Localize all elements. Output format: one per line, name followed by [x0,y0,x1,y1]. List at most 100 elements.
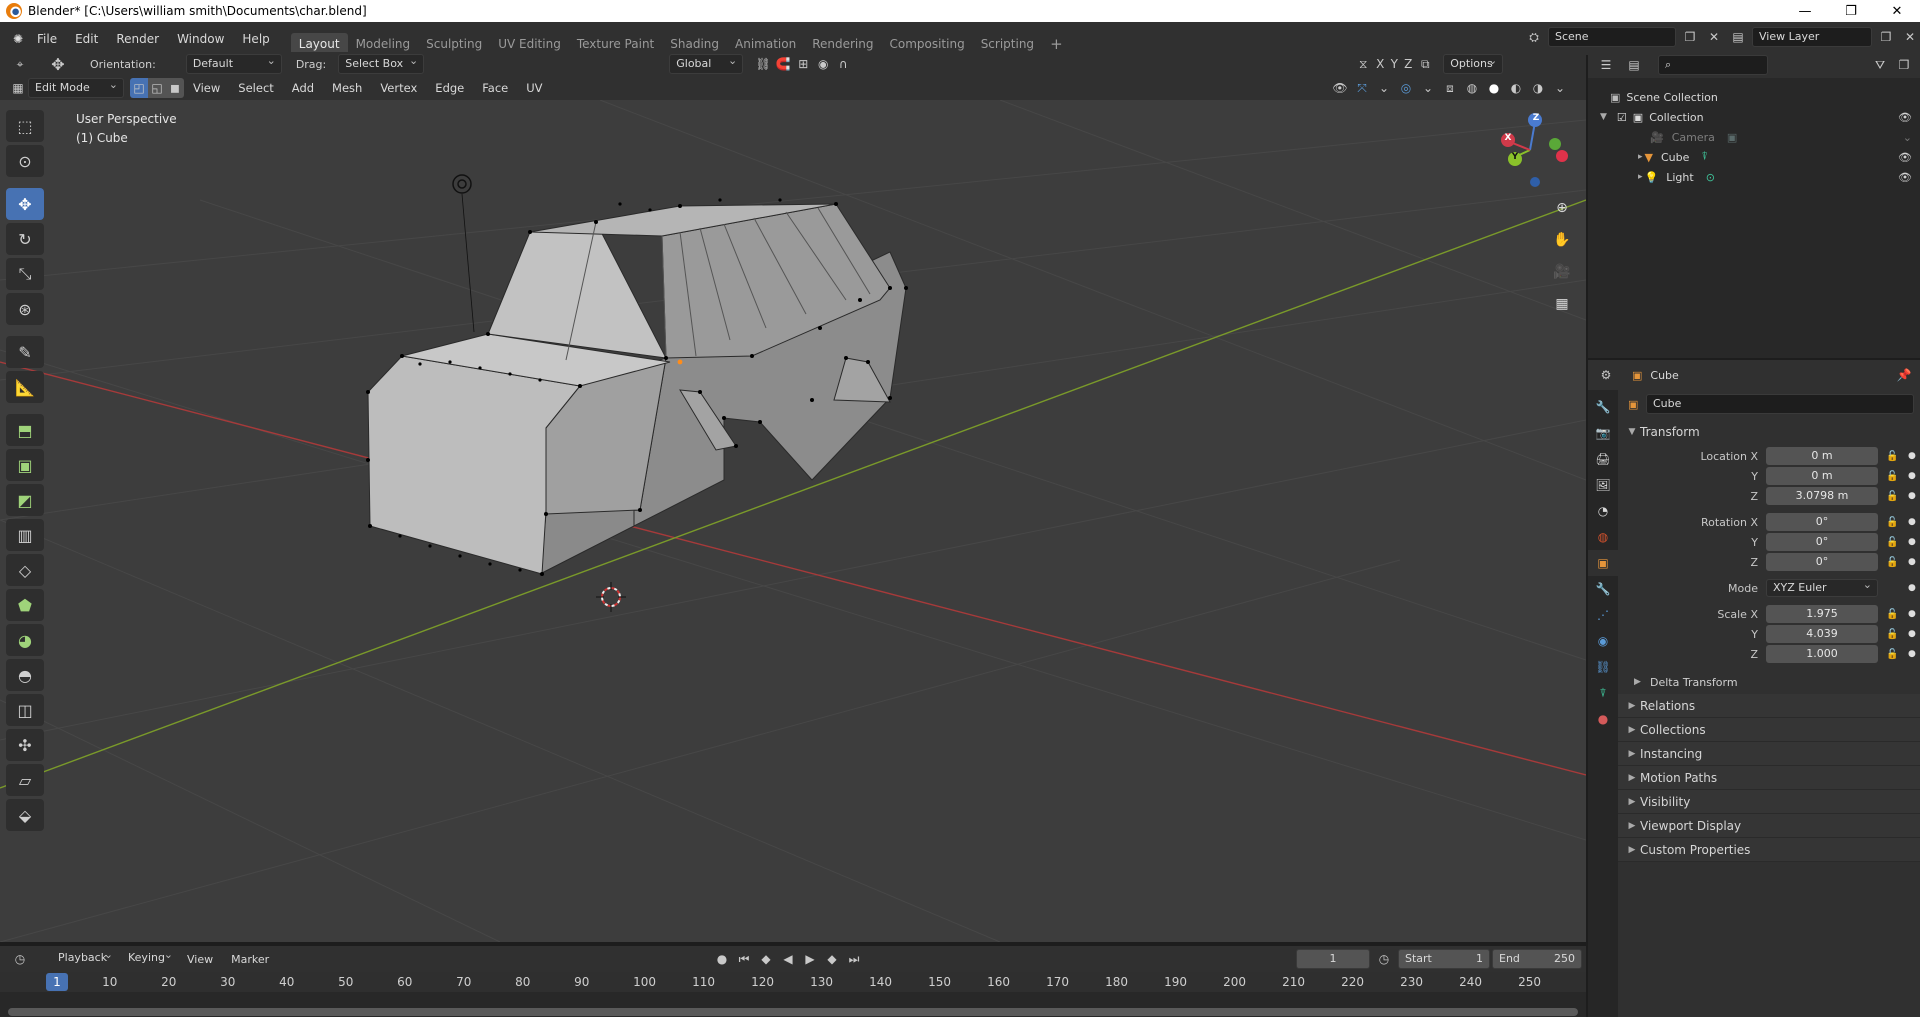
proportional-edit-icon[interactable]: ◉ [813,54,833,74]
transform-icon[interactable]: ⊛ [6,293,44,325]
new-collection-icon[interactable]: ❐ [1894,55,1914,75]
outliner-scene-collection[interactable]: ▣ Scene Collection [1588,87,1920,107]
filter-icon[interactable]: ⛛ [1870,55,1890,75]
scale-y-keyframe-icon[interactable]: ● [1908,629,1916,639]
auto-merge-icon[interactable]: ⧉ [1415,54,1435,74]
solid-shading-icon[interactable]: ● [1484,78,1504,98]
location-x-lock-icon[interactable]: 🔓 [1886,451,1898,462]
timeline-scrollbar[interactable] [8,1008,1578,1016]
world-tab-icon[interactable]: ◍ [1588,524,1618,550]
transform-orientation-dropdown[interactable]: Global [669,52,744,74]
new-scene-icon[interactable]: ❐ [1680,27,1700,47]
material-shading-icon[interactable]: ◐ [1506,78,1526,98]
snap-icon[interactable]: 🧲 [773,54,793,74]
options-dropdown[interactable]: Options [1443,52,1504,74]
menu-vertex[interactable]: Vertex [371,81,426,95]
material-tab-icon[interactable]: ● [1588,706,1618,732]
view-layer-selector[interactable]: View Layer [1752,27,1872,47]
outliner-editor-icon[interactable]: ☰ [1596,55,1616,75]
menu-mesh[interactable]: Mesh [323,81,371,95]
outliner-search-input[interactable]: ⌕ [1658,55,1768,75]
overlay-dropdown-icon[interactable]: ⌄ [1418,78,1438,98]
outliner-item-light[interactable]: ▸ 💡 Light ⊙ 👁 [1588,167,1920,187]
location-z-field[interactable]: 3.0798 m [1766,487,1878,505]
smooth-icon[interactable]: ◓ [6,659,44,691]
cursor-icon[interactable]: ⊙ [6,145,44,177]
collections-section[interactable]: ▶ Collections [1618,718,1920,742]
visibility-icon[interactable]: 👁 [1330,78,1350,98]
transform-section-header[interactable]: ▼ Transform [1618,420,1920,444]
rotation-x-keyframe-icon[interactable]: ● [1908,517,1916,527]
shear-icon[interactable]: ▱ [6,764,44,796]
motion-paths-section[interactable]: ▶ Motion Paths [1618,766,1920,790]
rotation-y-keyframe-icon[interactable]: ● [1908,537,1916,547]
mirror-icon[interactable]: ⧖ [1353,54,1373,74]
menu-render[interactable]: Render [107,32,168,46]
preview-range-icon[interactable]: ◷ [1374,949,1394,969]
object-tab-icon[interactable]: ▣ [1588,550,1618,576]
knife-icon[interactable]: ◇ [6,554,44,586]
marker-menu[interactable]: Marker [222,953,278,966]
jump-end-icon[interactable]: ⏭ [844,949,864,969]
location-x-field[interactable]: 0 m [1766,447,1878,465]
light-visibility-icon[interactable]: 👁 [1898,171,1912,184]
relations-section[interactable]: ▶ Relations [1618,694,1920,718]
instancing-section[interactable]: ▶ Instancing [1618,742,1920,766]
rendered-shading-icon[interactable]: ◑ [1528,78,1548,98]
rotation-z-field[interactable]: 0° [1766,553,1878,571]
menu-file[interactable]: File [28,32,66,46]
zoom-icon[interactable]: ⊕ [1548,194,1576,222]
location-z-keyframe-icon[interactable]: ● [1908,491,1916,501]
view-layer-tab-icon[interactable]: 🖼 [1588,472,1618,498]
timeline-view-menu[interactable]: View [178,953,222,966]
xray-icon[interactable]: ⧈ [1440,78,1460,98]
menu-window[interactable]: Window [168,32,233,46]
cube-mesh[interactable] [366,198,908,576]
menu-select[interactable]: Select [229,81,282,95]
scale-x-keyframe-icon[interactable]: ● [1908,609,1916,619]
camera-visibility-icon[interactable]: ⌄ [1903,131,1912,144]
editor-type-icon[interactable]: ⌖ [10,54,30,74]
move-icon[interactable]: ✥ [6,188,44,220]
menu-help[interactable]: Help [233,32,278,46]
tool-tab-icon[interactable]: 🔧 [1588,394,1618,420]
constraints-tab-icon[interactable]: ⛓ [1588,654,1618,680]
menu-add[interactable]: Add [283,81,323,95]
object-name-field[interactable]: Cube [1646,394,1914,414]
light-object[interactable] [452,174,475,333]
collection-expand-icon[interactable]: ▼ [1600,112,1607,122]
mirror-y-toggle[interactable]: Y [1387,54,1401,74]
falloff-icon[interactable]: ∩ [833,54,853,74]
rotation-x-lock-icon[interactable]: 🔓 [1886,517,1898,528]
wireframe-shading-icon[interactable]: ◍ [1462,78,1482,98]
light-expand-icon[interactable]: ▸ [1638,172,1643,182]
face-select-icon[interactable]: ◼ [166,78,184,98]
measure-icon[interactable]: 📐 [6,371,44,403]
mirror-z-toggle[interactable]: Z [1401,54,1415,74]
extrude-icon[interactable]: ⬒ [6,414,44,446]
mode-dropdown[interactable]: Edit Mode [28,76,124,98]
delete-view-layer-icon[interactable]: ✕ [1900,27,1920,47]
drag-dropdown[interactable]: Select Box [338,52,425,74]
inset-icon[interactable]: ▣ [6,449,44,481]
outliner-collection[interactable]: ▼ ☑ ▣ Collection 👁 [1588,107,1920,127]
outliner-item-camera[interactable]: 🎥 Camera ▣ ⌄ [1588,127,1920,147]
camera-view-icon[interactable]: 🎥 [1548,258,1576,286]
rotate-icon[interactable]: ↻ [6,223,44,255]
prev-keyframe-icon[interactable]: ◆ [756,949,776,969]
location-z-lock-icon[interactable]: 🔓 [1886,491,1898,502]
loop-cut-icon[interactable]: ▥ [6,519,44,551]
start-frame-field[interactable]: Start 1 [1398,949,1490,969]
bevel-icon[interactable]: ◩ [6,484,44,516]
gizmo-dropdown-icon[interactable]: ⌄ [1374,78,1394,98]
current-frame-indicator[interactable]: 1 [46,973,68,991]
delete-scene-icon[interactable]: ✕ [1704,27,1724,47]
display-mode-icon[interactable]: ▤ [1624,55,1644,75]
location-y-field[interactable]: 0 m [1766,467,1878,485]
blender-menu-icon[interactable]: ✺ [8,29,28,49]
view-layer-icon[interactable]: ▤ [1728,27,1748,47]
timeline-area[interactable]: 1 10 20 30 40 50 60 70 80 90 100 110 120 130 140 150 160… [0,972,1586,1017]
cube-visibility-icon[interactable]: 👁 [1898,151,1912,164]
pivot-point-icon[interactable]: ⛓ [753,54,773,74]
vertex-select-icon[interactable]: ◰ [130,78,148,98]
